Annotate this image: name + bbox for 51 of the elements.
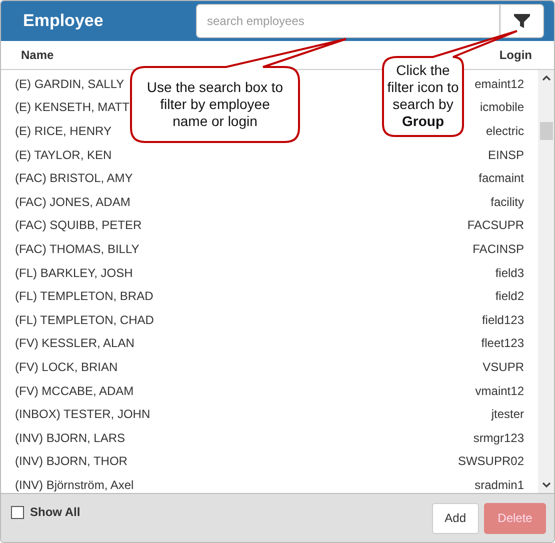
column-header: Name bbox=[21, 48, 54, 62]
scroll-up-icon bbox=[542, 75, 550, 81]
employee-name[interactable]: (FV) LOCK, BRIAN bbox=[15, 360, 118, 374]
employee-name[interactable]: (E) TAYLOR, KEN bbox=[15, 148, 112, 162]
employee-name[interactable]: (E) GARDIN, SALLY bbox=[15, 76, 124, 91]
employee-name[interactable]: (INV) BJORN, THOR bbox=[15, 454, 128, 468]
employee-login[interactable]: fleet123 bbox=[481, 336, 524, 350]
filter-icon bbox=[513, 12, 531, 30]
show-all-label[interactable]: Show All bbox=[30, 505, 80, 519]
employee-name[interactable]: (INV) Björnström, Axel bbox=[15, 478, 134, 492]
scroll-down-icon bbox=[542, 482, 550, 488]
employee-name[interactable]: (FAC) BRISTOL, AMY bbox=[15, 171, 133, 186]
employee-login[interactable]: jtester bbox=[491, 407, 524, 422]
employee-name[interactable]: (FL) TEMPLETON, BRAD bbox=[15, 289, 154, 304]
employee-login[interactable]: field3 bbox=[495, 266, 524, 280]
employee-login[interactable]: icmobile bbox=[480, 100, 524, 114]
employee-name[interactable]: (FV) KESSLER, ALAN bbox=[15, 336, 134, 350]
employee-login[interactable]: facility bbox=[490, 194, 524, 209]
employee-login[interactable]: field123 bbox=[482, 312, 524, 327]
scroll-thumb[interactable] bbox=[540, 122, 553, 140]
employee-login[interactable]: field2 bbox=[495, 289, 524, 304]
employee-name[interactable]: (FL) TEMPLETON, CHAD bbox=[15, 312, 154, 327]
callout-text: Click the filter icon to search by Group bbox=[386, 62, 460, 130]
employee-name[interactable]: (FAC) SQUIBB, PETER bbox=[15, 218, 142, 232]
search-field[interactable]: search employees bbox=[196, 4, 500, 38]
employee-login[interactable]: srmgr123 bbox=[473, 430, 524, 445]
employee-name[interactable]: (FAC) THOMAS, BILLY bbox=[15, 242, 140, 256]
employee-name[interactable]: (INV) BJORN, LARS bbox=[15, 430, 126, 445]
employee-login[interactable]: vmaint12 bbox=[475, 384, 524, 398]
filter-button[interactable] bbox=[500, 4, 544, 38]
employee-login[interactable]: emaint12 bbox=[474, 76, 524, 91]
show-all-checkbox[interactable] bbox=[11, 506, 24, 518]
employee-login[interactable]: EINSP bbox=[488, 148, 524, 162]
employee-login[interactable]: FACINSP bbox=[472, 242, 524, 256]
callout-text: Use the search box to filter by employee name or login bbox=[146, 79, 284, 130]
employee-name[interactable]: (E) RICE, HENRY bbox=[15, 124, 112, 138]
employee-name[interactable]: (FV) MCCABE, ADAM bbox=[15, 384, 134, 398]
column-header: Login bbox=[499, 48, 532, 62]
employee-login[interactable]: facmaint bbox=[478, 171, 524, 186]
add-button[interactable]: Add bbox=[432, 502, 479, 534]
employee-name[interactable]: (INBOX) TESTER, JOHN bbox=[15, 407, 150, 422]
employee-name[interactable]: (FL) BARKLEY, JOSH bbox=[15, 266, 133, 280]
employee-login[interactable]: FACSUPR bbox=[467, 218, 524, 232]
employee-name[interactable]: (E) KENSETH, MATT bbox=[15, 100, 130, 114]
employee-login[interactable]: electric bbox=[486, 124, 524, 138]
employee-login[interactable]: SWSUPR02 bbox=[458, 454, 524, 468]
panel-title: Employee bbox=[23, 11, 104, 31]
employee-login[interactable]: sradmin1 bbox=[474, 478, 524, 492]
employee-login[interactable]: VSUPR bbox=[482, 360, 524, 374]
employee-name[interactable]: (FAC) JONES, ADAM bbox=[15, 194, 130, 209]
scrollbar[interactable] bbox=[538, 70, 554, 493]
